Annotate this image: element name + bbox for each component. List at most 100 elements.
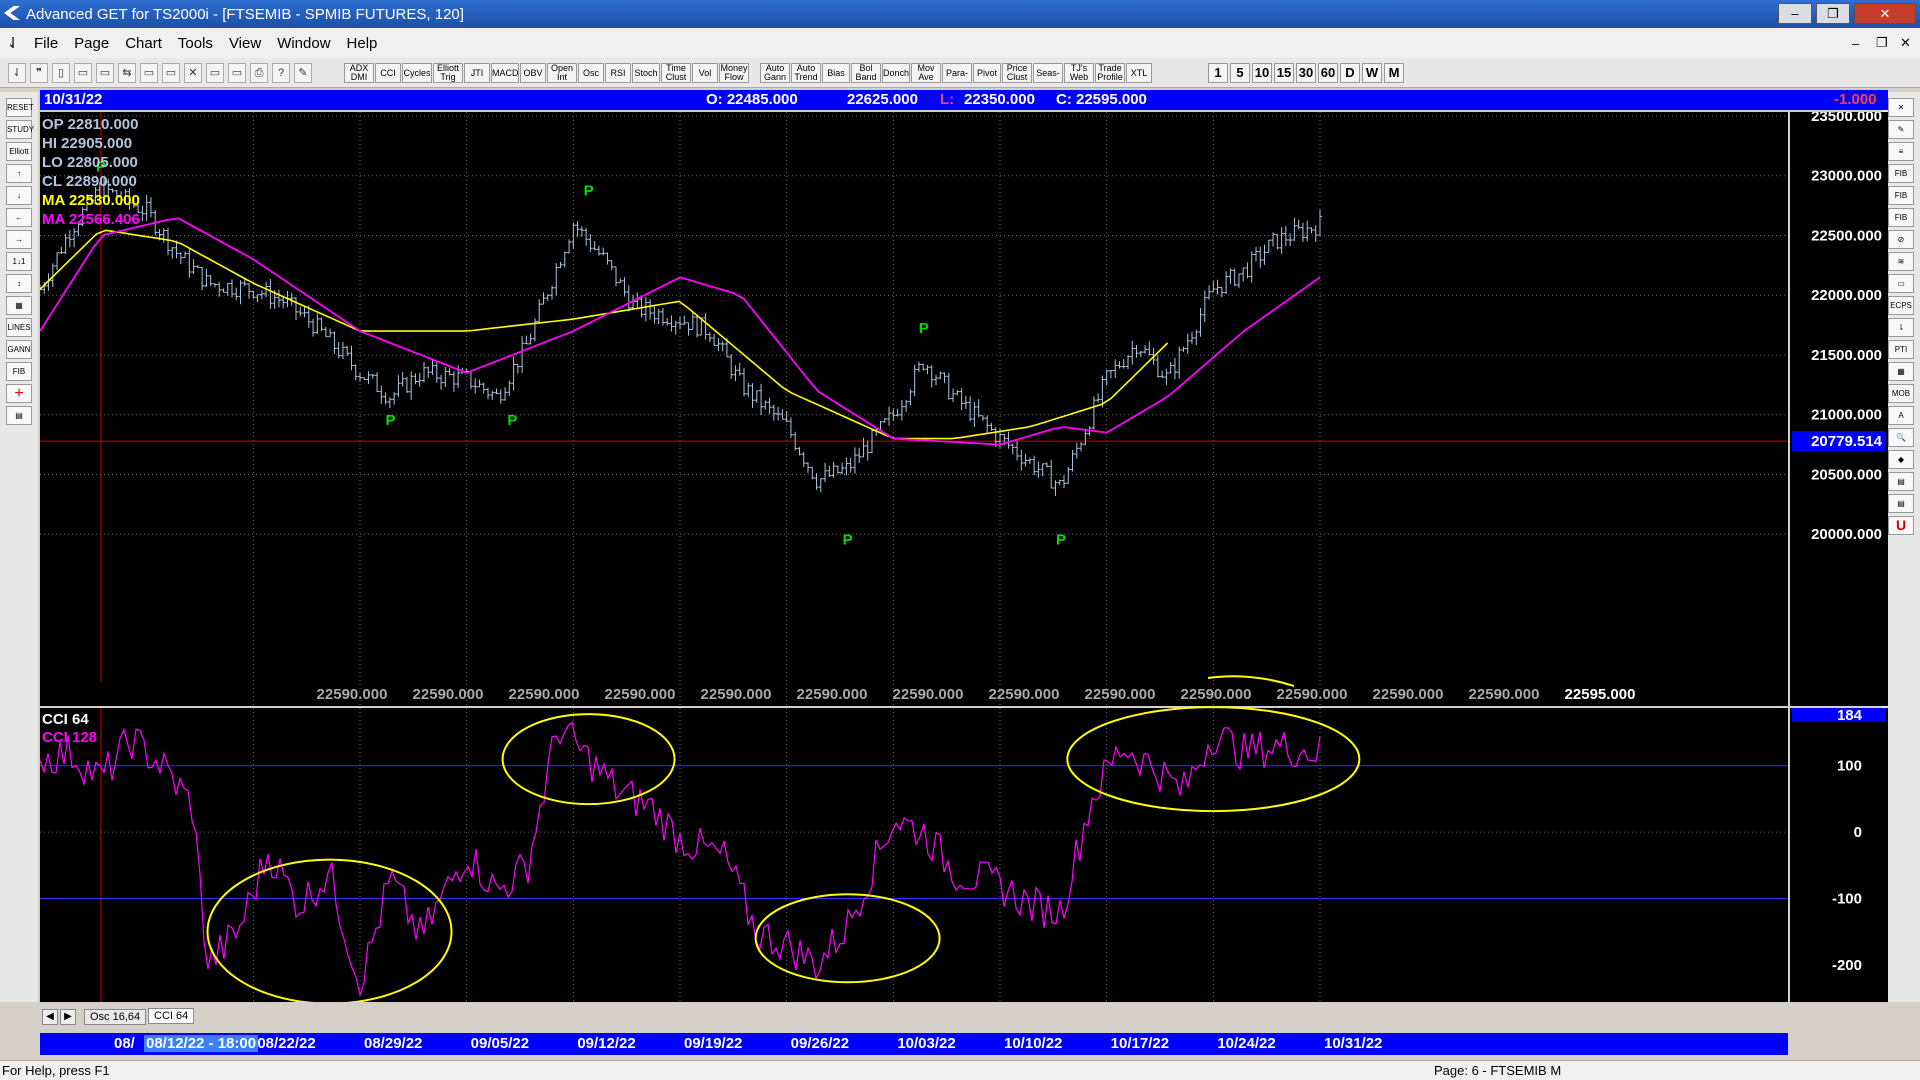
interval-button-5[interactable]: 5 (1230, 63, 1250, 83)
indicator-button-donch[interactable]: Donch (882, 63, 910, 83)
indicator-button-macd[interactable]: MACD (491, 63, 519, 83)
left-tool-11[interactable]: GANN (6, 340, 32, 359)
indicator-button-cci[interactable]: CCI (375, 63, 401, 83)
interval-button-60[interactable]: 60 (1318, 63, 1338, 83)
menu-page[interactable]: Page (66, 35, 117, 52)
tab-osc[interactable]: Osc 16,64 (84, 1009, 147, 1025)
indicator-button-seas-onals[interactable]: Seas-onals (1033, 63, 1063, 83)
menu-help[interactable]: Help (339, 35, 386, 52)
toolbar-icon-9[interactable]: ▭ (206, 63, 224, 83)
right-tool-19[interactable]: U (1888, 516, 1914, 535)
indicator-button-pivot[interactable]: Pivot (973, 63, 1001, 83)
interval-button-30[interactable]: 30 (1296, 63, 1316, 83)
right-tool-8[interactable]: ▭ (1888, 274, 1914, 293)
left-tool-5[interactable]: ← (6, 208, 32, 227)
right-tool-12[interactable]: ▦ (1888, 362, 1914, 381)
indicator-button-money-flow[interactable]: Money Flow (719, 63, 749, 83)
right-tool-0[interactable]: ✕ (1888, 98, 1914, 117)
indicator-button-cycles[interactable]: Cycles (402, 63, 432, 83)
left-tool-10[interactable]: LINES (6, 318, 32, 337)
toolbar-icon-8[interactable]: ✕ (184, 63, 202, 83)
right-tool-5[interactable]: FIB TIME (1888, 208, 1914, 239)
indicator-button-osc[interactable]: Osc (578, 63, 604, 83)
cci-panel[interactable] (40, 708, 1788, 1002)
right-tool-11[interactable]: PTI (1888, 340, 1914, 359)
left-tool-6[interactable]: → (6, 230, 32, 249)
menu-file[interactable]: File (26, 35, 66, 52)
right-tool-10[interactable]: ⇂ (1888, 318, 1914, 337)
left-tool-4[interactable]: ↓ (6, 186, 32, 205)
child-restore-icon[interactable]: ❐ (1876, 35, 1888, 51)
tab-cci[interactable]: CCI 64 (148, 1008, 195, 1024)
toolbar-icon-3[interactable]: ▭ (74, 63, 92, 83)
indicator-button-elliott-trig[interactable]: Elliott Trig (433, 63, 463, 83)
interval-button-1[interactable]: 1 (1208, 63, 1228, 83)
left-tool-1[interactable]: STUDY (6, 120, 34, 139)
toolbar-icon-13[interactable]: ✎ (294, 63, 312, 83)
toolbar-icon-0[interactable]: ⇃ (8, 63, 26, 83)
tab-scroll-left-icon[interactable]: ◀ (42, 1009, 58, 1025)
toolbar-icon-11[interactable]: ⎙ (250, 63, 268, 83)
left-tool-9[interactable]: ▦ (6, 296, 32, 315)
menu-tools[interactable]: Tools (170, 35, 221, 52)
child-minimize-icon[interactable]: ‒ (1852, 36, 1859, 51)
indicator-button-vol[interactable]: Vol (692, 63, 718, 83)
right-tool-18[interactable]: ▤ (1888, 494, 1914, 513)
close-button[interactable]: ✕ (1854, 3, 1916, 24)
left-tool-2[interactable]: Elliott (6, 142, 32, 161)
interval-button-10[interactable]: 10 (1252, 63, 1272, 83)
right-tool-6[interactable]: ⊘ (1888, 230, 1914, 249)
right-tool-14[interactable]: A (1888, 406, 1914, 425)
indicator-button-obv[interactable]: OBV (520, 63, 546, 83)
right-tool-4[interactable]: FIB EXT (1888, 186, 1914, 217)
indicator-button-rsi[interactable]: RSI (605, 63, 631, 83)
left-tool-8[interactable]: ↕ (6, 274, 32, 293)
indicator-button-open-int[interactable]: Open Int (547, 63, 577, 83)
toolbar-icon-4[interactable]: ▭ (96, 63, 114, 83)
indicator-button-jti[interactable]: JTI (464, 63, 490, 83)
right-tool-16[interactable]: ◆ (1888, 450, 1914, 469)
right-tool-17[interactable]: ▤ (1888, 472, 1914, 491)
indicator-button-auto-gann[interactable]: Auto Gann (760, 63, 790, 83)
toolbar-icon-7[interactable]: ▭ (162, 63, 180, 83)
minimize-button[interactable]: ‒ (1778, 3, 1812, 24)
toolbar-icon-1[interactable]: ❞ (30, 63, 48, 83)
interval-button-m[interactable]: M (1384, 63, 1404, 83)
right-tool-13[interactable]: MOB (1888, 384, 1914, 403)
toolbar-icon-12[interactable]: ? (272, 63, 290, 83)
left-tool-13[interactable]: + (6, 384, 32, 403)
child-close-icon[interactable]: ✕ (1900, 35, 1911, 51)
right-tool-15[interactable]: 🔍 (1888, 428, 1914, 447)
left-tool-7[interactable]: 1↓1 (6, 252, 32, 271)
tab-scroll-right-icon[interactable]: ▶ (60, 1009, 76, 1025)
maximize-button[interactable]: ❐ (1816, 3, 1850, 24)
indicator-button-xtl[interactable]: XTL (1126, 63, 1152, 83)
toolbar-icon-5[interactable]: ⇆ (118, 63, 136, 83)
indicator-button-tj-s-web[interactable]: TJ's Web (1064, 63, 1094, 83)
toolbar-icon-6[interactable]: ▭ (140, 63, 158, 83)
right-tool-7[interactable]: ≋ (1888, 252, 1914, 271)
interval-button-w[interactable]: W (1362, 63, 1382, 83)
right-tool-1[interactable]: ✎ (1888, 120, 1914, 139)
menu-chart[interactable]: Chart (117, 35, 170, 52)
indicator-button-stoch[interactable]: Stoch (632, 63, 660, 83)
left-tool-12[interactable]: FIB (6, 362, 32, 381)
right-tool-9[interactable]: ECPS (1888, 296, 1914, 315)
document-icon[interactable]: ⇃ (0, 34, 26, 52)
left-tool-3[interactable]: ↑ (6, 164, 32, 183)
right-tool-3[interactable]: FIB RET (1888, 164, 1914, 195)
price-panel[interactable] (40, 112, 1788, 706)
indicator-button-bol-band[interactable]: Bol Band (851, 63, 881, 83)
menu-window[interactable]: Window (269, 35, 338, 52)
chart-area[interactable]: PP PPPPP 23500.00023000.00022500.00022000… (40, 112, 1888, 1002)
toolbar-icon-2[interactable]: ▯ (52, 63, 70, 83)
interval-button-d[interactable]: D (1340, 63, 1360, 83)
interval-button-15[interactable]: 15 (1274, 63, 1294, 83)
toolbar-icon-10[interactable]: ▭ (228, 63, 246, 83)
right-tool-2[interactable]: ≡ (1888, 142, 1914, 161)
menu-view[interactable]: View (221, 35, 269, 52)
indicator-button-bias[interactable]: Bias (822, 63, 850, 83)
indicator-button-mov-ave[interactable]: Mov Ave (911, 63, 941, 83)
indicator-button-time-clust[interactable]: Time Clust (661, 63, 691, 83)
left-tool-14[interactable]: ▤ (6, 406, 32, 425)
